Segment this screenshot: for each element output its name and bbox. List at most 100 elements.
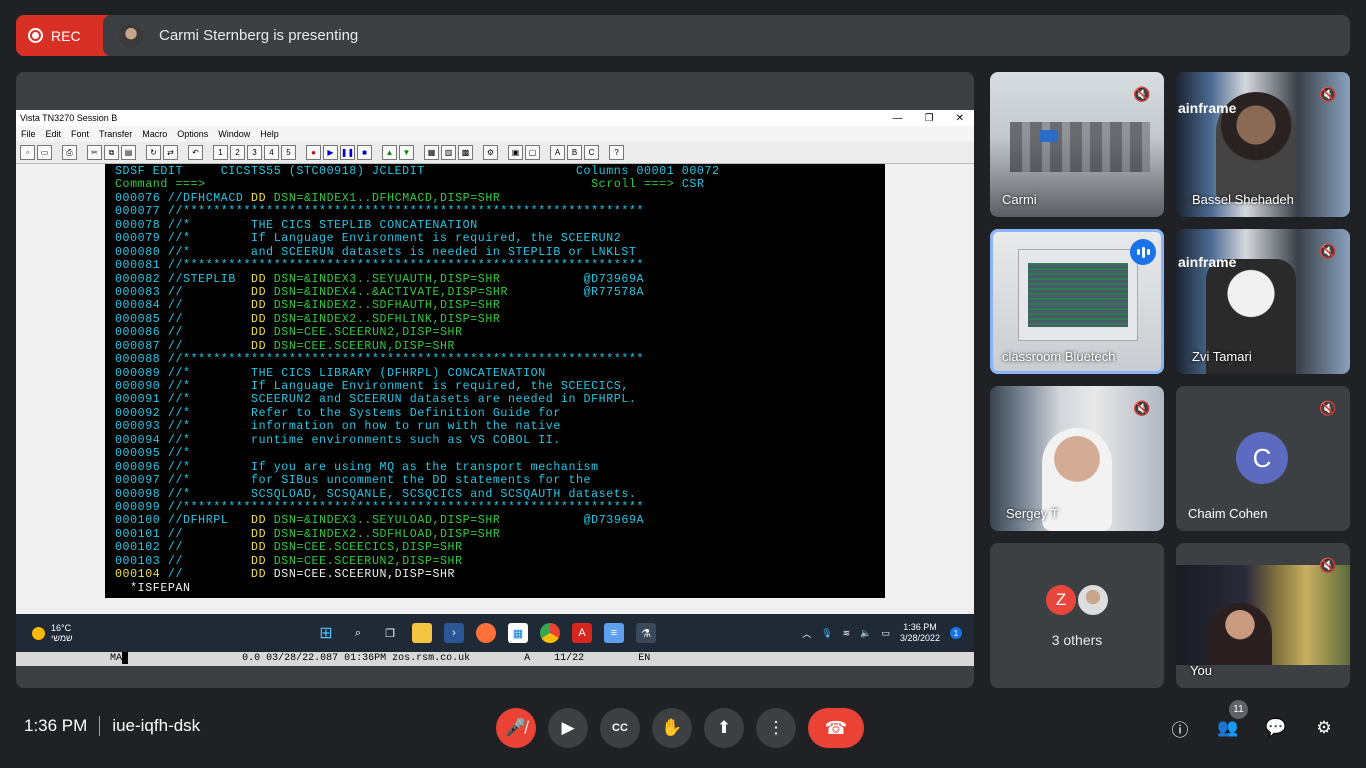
status-mode: MA — [110, 653, 123, 664]
settings-icon[interactable]: ⚙ — [483, 145, 498, 160]
file-explorer-icon[interactable] — [412, 623, 432, 643]
menu-macro[interactable]: Macro — [142, 129, 167, 139]
close-icon[interactable]: ✕ — [956, 113, 964, 124]
battery-icon[interactable]: ▭ — [881, 628, 890, 639]
pf3-icon[interactable]: 3 — [247, 145, 262, 160]
terminal-text: // — [167, 568, 252, 582]
minimize-icon[interactable]: — — [893, 113, 903, 124]
stop-icon[interactable]: ■ — [357, 145, 372, 160]
recording-indicator[interactable]: REC — [16, 15, 115, 56]
menu-options[interactable]: Options — [177, 129, 208, 139]
meeting-details-icon[interactable]: ⓘ — [1168, 716, 1192, 740]
terminal-text: DSN=&INDEX4..&ACTIVATE,DISP=SHR — [273, 285, 584, 299]
key-a-icon[interactable]: A — [550, 145, 565, 160]
present-button[interactable]: ⬆ — [704, 708, 744, 748]
participant-tile-you[interactable]: 🔇 You — [1176, 543, 1350, 688]
window-icon[interactable]: ▦ — [424, 145, 439, 160]
search-icon[interactable]: ⌕ — [348, 623, 368, 643]
menu-file[interactable]: File — [21, 129, 36, 139]
undo-icon[interactable]: ↶ — [188, 145, 203, 160]
participant-tile-carmi[interactable]: 🔇 Carmi — [990, 72, 1164, 217]
key-c-icon[interactable]: C — [584, 145, 599, 160]
terminal-text: 000080 — [115, 245, 168, 259]
participant-tile-sergey[interactable]: 🔇 Sergey T — [990, 386, 1164, 531]
pf5-icon[interactable]: 5 — [281, 145, 296, 160]
menu-transfer[interactable]: Transfer — [99, 129, 132, 139]
notepad-icon[interactable]: ≡ — [604, 623, 624, 643]
terminal-text: //* If you are using MQ as the transport… — [167, 460, 599, 474]
menu-edit[interactable]: Edit — [46, 129, 62, 139]
powershell-icon[interactable]: › — [444, 623, 464, 643]
menu-help[interactable]: Help — [260, 129, 279, 139]
store-icon[interactable]: ▦ — [508, 623, 528, 643]
menu-window[interactable]: Window — [218, 129, 250, 139]
key-b-icon[interactable]: B — [567, 145, 582, 160]
taskbar-clock[interactable]: 1:36 PM 3/28/2022 — [900, 622, 940, 644]
paste-icon[interactable]: ▤ — [121, 145, 136, 160]
leave-call-button[interactable]: ☎ — [808, 708, 864, 748]
terminal-line: 000080 //* and SCEERUN datasets is neede… — [115, 246, 885, 259]
acrobat-icon[interactable]: A — [572, 623, 592, 643]
mic-off-button[interactable]: 🎤̸ — [496, 708, 536, 748]
play-icon[interactable]: ▶ — [323, 145, 338, 160]
participant-tile-others[interactable]: Z 3 others — [990, 543, 1164, 688]
restore-icon[interactable]: ❐ — [925, 113, 934, 124]
participant-tile-chaim[interactable]: C 🔇 Chaim Cohen — [1176, 386, 1350, 531]
terminal-text: 000084 — [115, 299, 168, 313]
microphone-icon[interactable]: 🎙 — [821, 628, 832, 639]
participant-name: Bassel Shehadeh — [1192, 192, 1294, 207]
firefox-icon[interactable] — [476, 623, 496, 643]
open-icon[interactable]: ▭ — [37, 145, 52, 160]
people-icon[interactable]: 👥 — [1216, 716, 1240, 740]
participant-tile-zvi[interactable]: ainframe 🔇 Zvi Tamari — [1176, 229, 1350, 374]
weather-widget[interactable]: 16°C שמשי — [32, 623, 73, 643]
menu-font[interactable]: Font — [71, 129, 89, 139]
notification-badge[interactable]: 1 — [950, 627, 962, 639]
mic-off-icon: 🔇 — [1133, 399, 1151, 416]
keyboard-icon[interactable]: ▩ — [458, 145, 473, 160]
volume-icon[interactable]: 🔈 — [860, 628, 871, 639]
chrome-icon[interactable] — [540, 623, 560, 643]
participant-tile-bassel[interactable]: ainframe 🔇 Bassel Shehadeh — [1176, 72, 1350, 217]
cut-icon[interactable]: ✂ — [87, 145, 102, 160]
terminal-text: 000078 — [115, 218, 168, 232]
notes-icon[interactable]: ▣ — [508, 145, 523, 160]
record-macro-icon[interactable]: ● — [306, 145, 321, 160]
windows-start-icon[interactable]: ⊞ — [316, 623, 336, 643]
terminal-text: DD — [251, 285, 274, 299]
terminal-line: 000104 // DD DSN=CEE.SCEERUN,DISP=SHR — [115, 568, 885, 581]
wifi-icon[interactable]: ≋ — [843, 628, 851, 639]
terminal-text: CSR — [681, 178, 705, 192]
pf4-icon[interactable]: 4 — [264, 145, 279, 160]
terminal-text: //* and SCEERUN datasets is needed in ST… — [167, 245, 637, 259]
activities-icon[interactable]: ⚙ — [1312, 716, 1336, 740]
terminal-screen[interactable]: SDSF EDIT CICSTS55 (STC00918) JCLEDIT Co… — [105, 164, 885, 598]
terminal-text: // — [167, 312, 252, 326]
copy-screen-icon[interactable]: ⇄ — [163, 145, 178, 160]
terminal-text: // — [167, 285, 252, 299]
copy-icon[interactable]: ⧉ — [104, 145, 119, 160]
pf2-icon[interactable]: 2 — [230, 145, 245, 160]
session-icon[interactable]: ▥ — [441, 145, 456, 160]
pf1-icon[interactable]: 1 — [213, 145, 228, 160]
vista-tn3270-icon[interactable]: ⚗ — [636, 623, 656, 643]
display-icon[interactable]: ▢ — [525, 145, 540, 160]
new-icon[interactable]: ▫ — [20, 145, 35, 160]
raise-hand-button[interactable]: ✋ — [652, 708, 692, 748]
participant-tile-classroom[interactable]: classroom Bluetech — [990, 229, 1164, 374]
chat-icon[interactable]: 💬 — [1264, 716, 1288, 740]
down-arrow-icon[interactable]: ▼ — [399, 145, 414, 160]
refresh-icon[interactable]: ↻ — [146, 145, 161, 160]
overlay-text: ainframe — [1178, 254, 1237, 270]
more-options-button[interactable]: ⋮ — [756, 708, 796, 748]
captions-button[interactable]: CC — [600, 708, 640, 748]
terminal-text: @D73969A — [583, 514, 645, 528]
camera-button[interactable]: ▶︎ — [548, 708, 588, 748]
print-icon[interactable]: ⎙ — [62, 145, 77, 160]
up-arrow-icon[interactable]: ▲ — [382, 145, 397, 160]
terminal-area[interactable]: SDSF EDIT CICSTS55 (STC00918) JCLEDIT Co… — [16, 164, 974, 666]
chevron-up-icon[interactable]: ︿ — [802, 627, 811, 640]
help-icon[interactable]: ? — [609, 145, 624, 160]
pause-icon[interactable]: ❚❚ — [340, 145, 355, 160]
task-view-icon[interactable]: ❐ — [380, 623, 400, 643]
